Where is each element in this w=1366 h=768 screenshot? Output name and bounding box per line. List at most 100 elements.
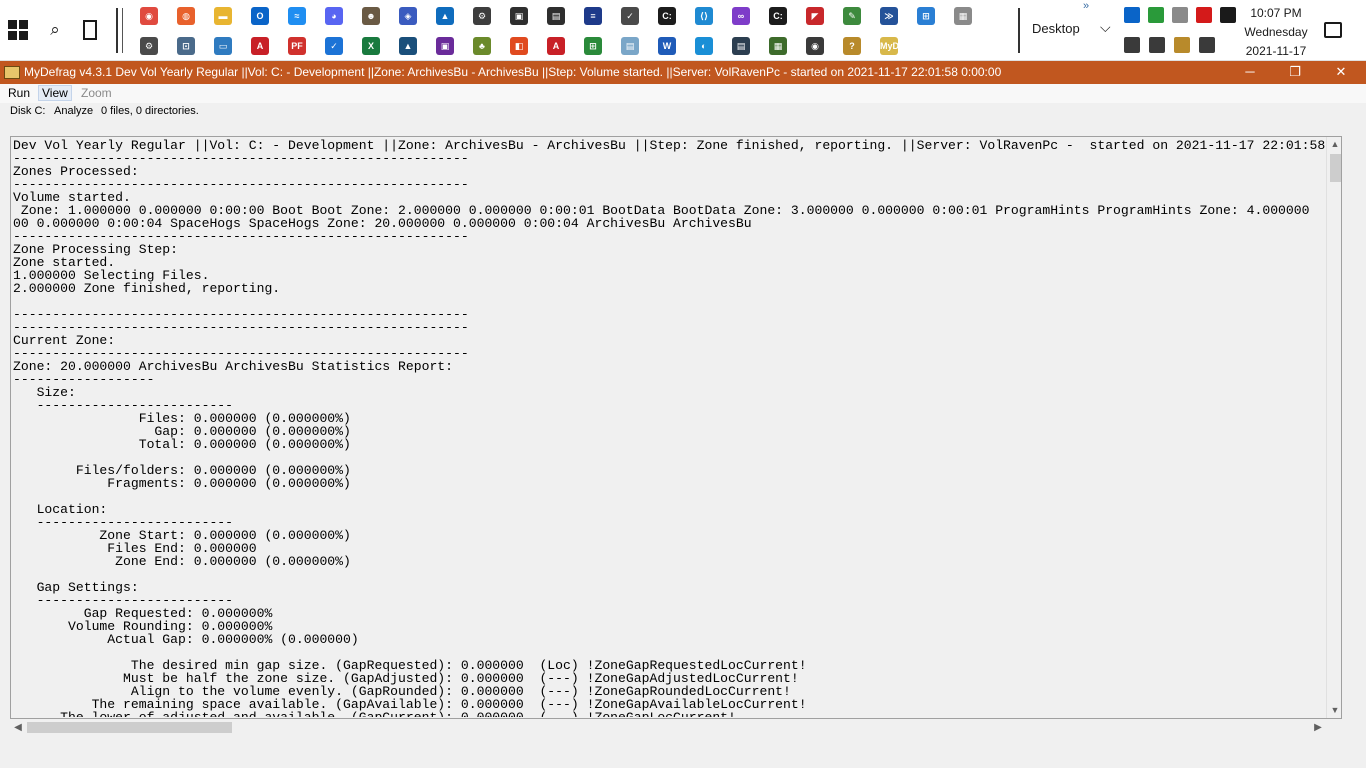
file-explorer-icon[interactable]: ▬ [214,7,232,25]
document-icon[interactable]: ▤ [621,37,639,55]
cmd-icon[interactable]: C: [658,7,676,25]
log-line: Actual Gap: 0.000000% (0.000000) [13,632,359,647]
disk-tool-icon[interactable]: ▦ [954,7,972,25]
discord-icon[interactable]: ◕ [325,7,343,25]
palm-tree-icon[interactable]: ♣ [473,37,491,55]
taskbar-divider [1018,8,1020,53]
network-tool-icon[interactable]: ⚙ [473,7,491,25]
outlook-tray-icon[interactable] [1124,7,1140,23]
menu-run[interactable]: Run [8,86,30,100]
log-line: ----------------------------------------… [13,177,469,192]
office-icon[interactable]: ◧ [510,37,528,55]
action-center-icon[interactable] [1324,22,1342,38]
scroll-up-icon[interactable]: ▲ [1327,137,1341,151]
toolbar-overflow-icon[interactable]: » [1083,0,1089,12]
log-line: 2.000000 Zone finished, reporting. [13,281,281,296]
visio-icon[interactable]: ◈ [399,7,417,25]
red-flag-app-icon[interactable]: ◤ [806,7,824,25]
visual-studio-icon[interactable]: ∞ [732,7,750,25]
log-line: Zone started. [13,255,116,270]
desktop-toolbar-label[interactable]: Desktop [1032,21,1080,36]
vertical-scroll-thumb[interactable] [1330,154,1341,182]
log-pane[interactable]: Dev Vol Yearly Regular ||Vol: C: - Devel… [10,136,1342,719]
acrobat-icon[interactable]: A [251,37,269,55]
shield-tray-icon[interactable] [1148,7,1164,23]
minimize-button[interactable]: ─ [1227,61,1273,84]
windows-start-icon[interactable] [8,20,28,40]
clock-date: 2021-11-17 [1245,44,1307,58]
mydefrag-icon[interactable]: MyD [880,37,899,55]
search-icon[interactable]: ⌕ [45,20,65,40]
word-icon[interactable]: W [658,37,676,55]
horizontal-scrollbar[interactable]: ◀ ▶ [10,719,1328,736]
check-app-icon[interactable]: ✓ [621,7,639,25]
record-tray-icon[interactable] [1196,7,1212,23]
close-button[interactable]: ✕ [1318,61,1364,84]
network-icon[interactable]: ⊡ [177,37,195,55]
paint-icon[interactable]: ✎ [843,7,861,25]
status-line: Disk C: Analyze 0 files, 0 directories. [0,103,1366,121]
menu-bar: Run View Zoom [0,84,1366,103]
log-line: Zone Processing Step: [13,242,179,257]
outlook-icon[interactable]: O [251,7,269,25]
horizontal-scroll-thumb[interactable] [27,722,232,733]
spreadsheet-icon[interactable]: ▦ [769,37,787,55]
taskbar-divider [122,8,123,53]
code-editor-icon[interactable]: ▤ [732,37,750,55]
window-title: MyDefrag v4.3.1 Dev Vol Yearly Regular |… [24,65,1002,79]
notepad-icon[interactable]: ≡ [584,7,602,25]
vertical-scrollbar[interactable]: ▲ ▼ [1326,137,1341,718]
help-icon[interactable]: ? [843,37,861,55]
mydefrag-app-icon[interactable] [4,66,20,79]
printer-app-icon[interactable]: ▤ [547,7,565,25]
microphone-tray-icon[interactable] [1220,7,1236,23]
excel-tool-icon[interactable]: X [362,37,380,55]
camera-app-icon[interactable]: ▣ [510,7,528,25]
edge-icon[interactable]: ◐ [695,37,713,55]
settings-icon[interactable]: ⚙ [140,37,158,55]
log-line: ----------------------------------------… [13,151,469,166]
firefox-icon[interactable]: ◍ [177,7,195,25]
powershell-icon[interactable]: ≫ [880,7,898,25]
photos-icon[interactable]: ▲ [436,7,454,25]
vscode-icon[interactable]: ⟨⟩ [695,7,713,25]
green-tool-icon[interactable]: ⊞ [584,37,602,55]
status-disk: Disk C: [10,105,46,117]
menu-view[interactable]: View [38,85,72,101]
cloud-tray-icon[interactable] [1172,7,1188,23]
todo-icon[interactable]: ✓ [325,37,343,55]
log-line: ----------------------------------------… [13,229,469,244]
printer-tray-icon[interactable] [1199,37,1215,53]
log-line: Total: 0.000000 (0.000000%) [13,437,351,452]
control-panel-icon[interactable]: ▭ [214,37,232,55]
console-icon[interactable]: C: [769,7,787,25]
menu-zoom[interactable]: Zoom [81,86,112,100]
scroll-down-icon[interactable]: ▼ [1327,703,1341,717]
image-viewer-icon[interactable]: ▲ [399,37,417,55]
log-line: ----------------------------------------… [13,320,469,335]
volume-tray-icon[interactable] [1149,37,1165,53]
windows-app-icon[interactable]: ⊞ [917,7,935,25]
network-tray-icon[interactable] [1124,37,1140,53]
window-titlebar[interactable]: MyDefrag v4.3.1 Dev Vol Yearly Regular |… [0,61,1366,84]
taskbar-clock[interactable]: 10:07 PM Wednesday 2021-11-17 [1240,4,1312,61]
restore-button[interactable]: ❐ [1272,61,1318,84]
task-view-icon[interactable] [80,20,100,40]
chevron-down-icon[interactable]: ⌵ [1100,19,1111,36]
camera-icon[interactable]: ◉ [806,37,824,55]
note-tray-icon[interactable] [1174,37,1190,53]
scroll-left-icon[interactable]: ◀ [10,719,26,736]
pdf-reader-icon[interactable]: A [547,37,565,55]
log-line: Fragments: 0.000000 (0.000000%) [13,476,351,491]
gimp-icon[interactable]: ☻ [362,7,380,25]
log-text[interactable]: Dev Vol Yearly Regular ||Vol: C: - Devel… [13,139,1325,717]
scroll-right-icon[interactable]: ▶ [1310,719,1326,736]
taskbar-divider [116,8,118,53]
purple-app-icon[interactable]: ▣ [436,37,454,55]
messenger-icon[interactable]: ≈ [288,7,306,25]
log-line: ------------------ [13,372,155,387]
pdf-tool-icon[interactable]: PF [288,37,306,55]
log-line: Zone End: 0.000000 (0.000000%) [13,554,351,569]
chrome-icon[interactable]: ◉ [140,7,158,25]
